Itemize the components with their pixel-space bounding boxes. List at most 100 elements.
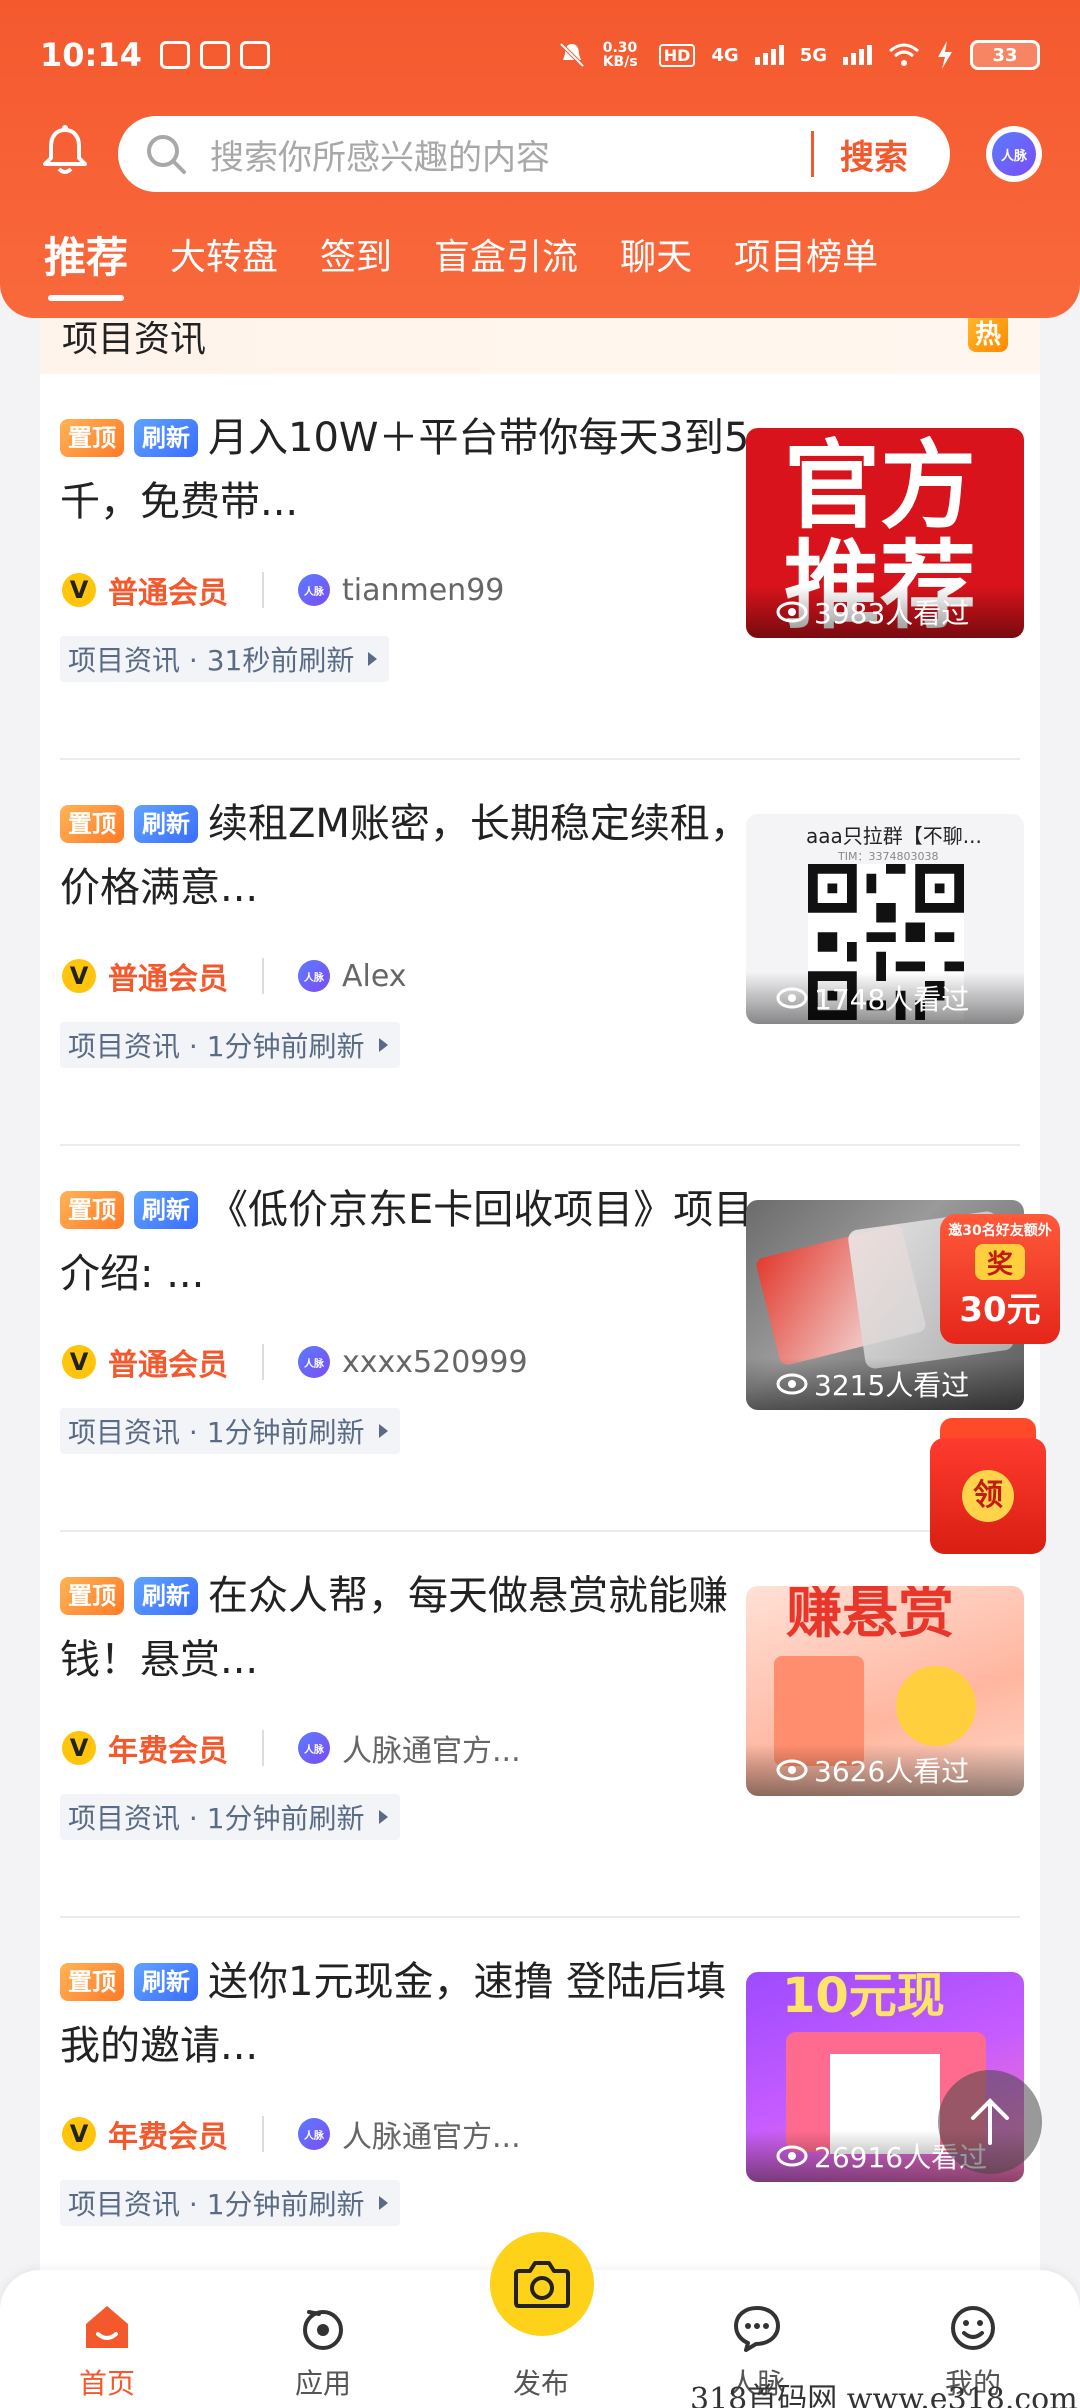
post-title[interactable]: 置顶 刷新 送你1元现金，速撸 登陆后填我的邀请... [60,1950,760,2078]
bell-icon[interactable] [40,124,90,176]
net-speed: 0.30 KB/s [602,40,638,70]
category-tag[interactable]: 项目资讯 · 31秒前刷新 [60,636,390,682]
member-level: 年费会员 [108,2120,228,2155]
post-title[interactable]: 置顶 刷新 在众人帮，每天做悬赏就能赚钱！悬赏... [60,1564,760,1692]
apps-icon [303,2310,343,2350]
thumb-text: 赚悬赏 [786,1586,954,1646]
search-input[interactable]: 搜索你所感兴趣的内容 [210,130,811,179]
search-bar[interactable]: 搜索你所感兴趣的内容 搜索 [118,116,950,192]
app-header: 10:14 0.30 KB/s HD 4G 5G 33 搜索你所感兴趣的内容 搜… [0,0,1080,318]
view-count: 3983人看过 [746,586,1024,638]
author-name[interactable]: 人脉通官方... [342,2112,521,2156]
author-name[interactable]: 人脉通官方... [342,1726,521,1770]
post-card[interactable]: 置顶 刷新 月入10W＋平台带你每天3到5千，免费带... V 普通会员 人脉 ti… [40,374,1040,760]
author-name[interactable]: tianmen99 [342,573,504,608]
watermark: 318首码网 www.e318.com [690,2382,1078,2408]
category-tag-text: 项目资讯 · 1分钟前刷新 [68,1416,365,1449]
author-avatar-icon: 人脉 [298,960,330,992]
view-count: 3626人看过 [746,1744,1024,1796]
network-4g-label: 4G [711,44,739,66]
vip-icon: V [62,959,96,993]
post-meta: V 年费会员 人脉 人脉通官方... [62,2112,521,2156]
post-meta: V 普通会员 人脉 xxxx520999 [62,1340,528,1384]
charging-icon [938,41,952,69]
refresh-badge: 刷新 [134,805,198,843]
category-tag[interactable]: 项目资讯 · 1分钟前刷新 [60,1408,400,1454]
search-button[interactable]: 搜索 [840,130,908,179]
nav-apps[interactable]: 应用 [248,2270,398,2408]
signal-icon-2 [843,45,872,65]
avatar-logo: 人脉 [992,132,1036,176]
view-count: 1748人看过 [746,972,1024,1024]
post-card[interactable]: 置顶 刷新 送你1元现金，速撸 登陆后填我的邀请... V 年费会员 人脉 人脉通官… [40,1918,1040,2284]
red-packet-label: 领 [962,1470,1014,1522]
invite-bonus-widget[interactable]: 邀30名好友额外 奖 30元 [940,1214,1060,1344]
smile-icon [951,2306,995,2350]
tab-chat[interactable]: 聊天 [620,228,692,285]
category-tag[interactable]: 项目资讯 · 1分钟前刷新 [60,1022,400,1068]
tab-lucky-wheel[interactable]: 大转盘 [170,228,278,285]
post-feed: 置顶 刷新 月入10W＋平台带你每天3到5千，免费带... V 普通会员 人脉 ti… [40,374,1040,2284]
search-icon [147,135,186,174]
refresh-badge: 刷新 [134,1963,198,2001]
nav-home[interactable]: 首页 [32,2270,182,2408]
tag-arrow-icon [378,1424,388,1438]
meta-divider [262,2116,264,2152]
pinned-badge: 置顶 [60,1191,124,1229]
wifi-icon [889,43,919,66]
nav-apps-label: 应用 [294,2367,351,2400]
post-thumbnail[interactable]: 赚悬赏 3626人看过 [746,1586,1024,1796]
post-card[interactable]: 置顶 刷新 《低价京东E卡回收项目》项目介绍: ... V 普通会员 人脉 xxxx… [40,1146,1040,1532]
thumb-subtext: TIM：3374803038 [838,850,939,863]
nav-home-label: 首页 [78,2367,135,2400]
tab-ranking[interactable]: 项目榜单 [734,228,878,285]
author-name[interactable]: Alex [342,959,407,994]
eye-icon [776,1759,808,1781]
refresh-badge: 刷新 [134,1191,198,1229]
category-tag[interactable]: 项目资讯 · 1分钟前刷新 [60,1794,400,1840]
tag-arrow-icon [378,2196,388,2210]
scroll-to-top-button[interactable] [938,2070,1042,2174]
chat-bubble-icon [734,2306,780,2352]
category-tag[interactable]: 项目资讯 · 1分钟前刷新 [60,2180,400,2226]
category-tag-text: 项目资讯 · 31秒前刷新 [68,644,355,677]
red-packet-widget[interactable]: 领 [930,1418,1050,1558]
eye-icon [776,987,808,1009]
app-notification-icon [159,41,190,69]
meta-divider [262,572,264,608]
post-thumbnail[interactable]: 官方 推荐 3983人看过 [746,428,1024,638]
view-count-text: 3983人看过 [814,597,970,630]
search-divider [811,131,814,177]
post-card[interactable]: 置顶 刷新 在众人帮，每天做悬赏就能赚钱！悬赏... V 年费会员 人脉 人脉通官方… [40,1532,1040,1918]
tag-arrow-icon [378,1810,388,1824]
post-card[interactable]: 置顶 刷新 续租ZM账密，长期稳定续租，价格满意... V 普通会员 人脉 Alex… [40,760,1040,1146]
tag-arrow-icon [368,652,378,666]
pinned-badge: 置顶 [60,419,124,457]
pinned-badge: 置顶 [60,1963,124,2001]
vip-icon: V [62,1731,96,1765]
refresh-badge: 刷新 [134,419,198,457]
author-name[interactable]: xxxx520999 [342,1345,528,1380]
camera-icon [514,2261,570,2308]
view-count-text: 3626人看过 [814,1755,970,1788]
post-meta: V 普通会员 人脉 Alex [62,954,407,998]
meta-divider [262,1344,264,1380]
pinned-badge: 置顶 [60,805,124,843]
video-notification-icon [199,41,230,69]
tab-checkin[interactable]: 签到 [320,228,392,285]
eye-icon [776,601,808,623]
post-title[interactable]: 置顶 刷新 续租ZM账密，长期稳定续租，价格满意... [60,792,760,920]
eye-icon [776,1373,808,1395]
post-title[interactable]: 置顶 刷新 月入10W＋平台带你每天3到5千，免费带... [60,406,760,534]
post-title[interactable]: 置顶 刷新 《低价京东E卡回收项目》项目介绍: ... [60,1178,760,1306]
publish-button[interactable] [490,2232,594,2336]
view-count: 3215人看过 [746,1358,1024,1410]
post-thumbnail[interactable]: aaa只拉群【不聊... TIM：3374803038 1748人看过 [746,814,1024,1024]
signal-icon [754,45,784,65]
member-level: 年费会员 [108,1734,228,1769]
tab-bar: 推荐 大转盘 签到 盲盒引流 聊天 项目榜单 [44,228,878,301]
avatar[interactable]: 人脉 [986,126,1042,182]
tab-recommend[interactable]: 推荐 [44,224,128,301]
thumb-text: 官方 [784,430,976,542]
tab-blindbox[interactable]: 盲盒引流 [434,228,578,285]
